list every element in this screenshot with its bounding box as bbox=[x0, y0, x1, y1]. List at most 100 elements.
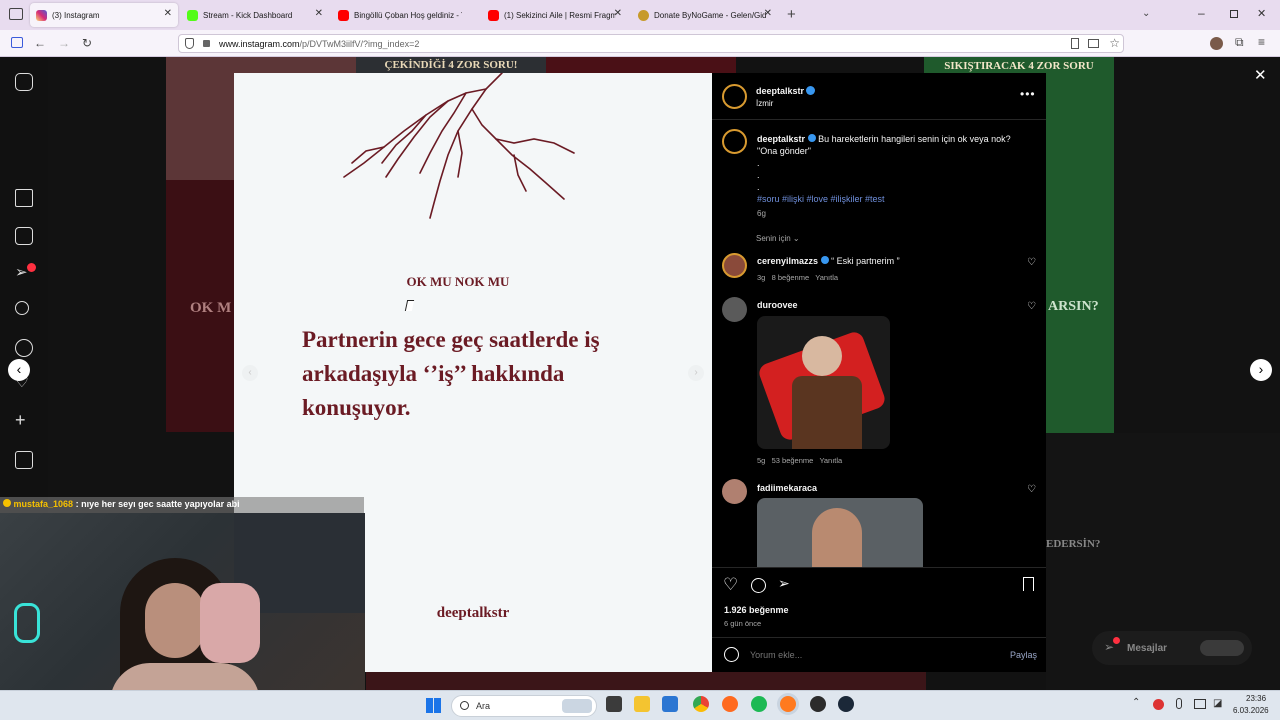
bookmark-star-icon[interactable]: ☆ bbox=[1109, 36, 1120, 50]
comment: cerenyilmazzs “ Eski partnerim ” bbox=[757, 256, 900, 266]
caption-hashtags[interactable]: #soru #ilişki #love #ilişkiler #test bbox=[757, 194, 885, 204]
reader-view-icon[interactable] bbox=[1071, 38, 1079, 49]
like-comment-heart-icon[interactable]: ♡ bbox=[1027, 301, 1036, 312]
minimize-icon[interactable]: – bbox=[1198, 6, 1205, 20]
post-location[interactable]: İzmir bbox=[756, 99, 773, 108]
explore-icon[interactable] bbox=[15, 339, 33, 357]
carousel-prev-icon[interactable]: ‹ bbox=[242, 365, 258, 381]
comment-bubble-icon[interactable] bbox=[751, 578, 766, 593]
chrome-icon[interactable] bbox=[693, 696, 709, 712]
search-icon[interactable] bbox=[15, 301, 29, 315]
comment-likes[interactable]: 53 beğenme bbox=[772, 456, 814, 465]
save-bookmark-icon[interactable] bbox=[1023, 577, 1034, 591]
comment-divider bbox=[712, 637, 1046, 638]
tab-overflow-chevron-icon[interactable]: ⌄ bbox=[1142, 8, 1150, 19]
comment-reply[interactable]: Yanıtla bbox=[815, 273, 838, 282]
tab-youtube-2[interactable]: (1) Sekizinci Aile | Resmi Fragm ✕ bbox=[482, 3, 628, 27]
spotify-icon[interactable] bbox=[751, 696, 767, 712]
profile-avatar-icon[interactable] bbox=[1210, 37, 1223, 50]
back-icon[interactable]: ← bbox=[34, 36, 46, 50]
reload-icon[interactable]: ↻ bbox=[82, 36, 92, 50]
comment-meta: 5g 53 beğenme Yanıtla bbox=[757, 456, 842, 465]
emoji-icon[interactable] bbox=[724, 647, 739, 662]
tab-instagram[interactable]: (3) Instagram ✕ bbox=[30, 3, 178, 27]
comment-age: 3g bbox=[757, 273, 766, 282]
close-window-icon[interactable]: ✕ bbox=[1257, 7, 1266, 20]
sidebar-toggle-icon[interactable] bbox=[11, 37, 23, 48]
create-icon[interactable]: + bbox=[15, 411, 33, 430]
network-icon[interactable]: ◪ bbox=[1213, 698, 1222, 709]
carousel-next-icon[interactable]: › bbox=[688, 365, 704, 381]
close-tab-icon[interactable]: ✕ bbox=[315, 8, 323, 19]
more-options-icon[interactable]: ••• bbox=[1020, 87, 1036, 101]
task-view-icon[interactable] bbox=[606, 696, 622, 712]
share-comment-button[interactable]: Paylaş bbox=[1010, 650, 1037, 660]
caption-username[interactable]: deeptalkstr bbox=[757, 134, 805, 144]
tab-youtube-1[interactable]: Bingöllü Çoban Hoş geldiniz - Y bbox=[332, 3, 478, 27]
caption-avatar[interactable] bbox=[722, 129, 747, 154]
instagram-logo-icon[interactable] bbox=[15, 73, 33, 91]
like-heart-icon[interactable]: ♡ bbox=[723, 575, 738, 595]
taskbar-time[interactable]: 23:36 bbox=[1246, 694, 1266, 703]
like-comment-heart-icon[interactable]: ♡ bbox=[1027, 484, 1036, 495]
menu-icon[interactable]: ≡ bbox=[1258, 35, 1265, 49]
obs-icon[interactable] bbox=[810, 696, 826, 712]
comment-username[interactable]: fadiimekaracа bbox=[757, 483, 817, 493]
post-details-panel: deeptalkstr İzmir ••• deeptalkstr Bu har… bbox=[712, 73, 1046, 672]
commenter-avatar[interactable] bbox=[722, 297, 747, 322]
close-tab-icon[interactable]: ✕ bbox=[614, 8, 622, 19]
close-modal-icon[interactable]: ✕ bbox=[1254, 66, 1267, 84]
tray-chevron-icon[interactable]: ⌃ bbox=[1132, 697, 1140, 708]
reels-icon[interactable] bbox=[15, 227, 33, 245]
close-tab-icon[interactable]: ✕ bbox=[164, 8, 172, 19]
store-icon[interactable] bbox=[662, 696, 678, 712]
comment-likes[interactable]: 8 beğenme bbox=[772, 273, 810, 282]
webcam-feed bbox=[0, 513, 365, 720]
comment-reply[interactable]: Yanıtla bbox=[819, 456, 842, 465]
background-card-title: SIKIŞTIRACAK 4 ZOR SORU bbox=[944, 60, 1094, 72]
tray-app-icon[interactable] bbox=[1153, 699, 1164, 710]
comment-filter-dropdown[interactable]: Senin için ⌄ bbox=[756, 234, 800, 243]
new-tab-icon[interactable]: + bbox=[787, 6, 796, 23]
steam-icon[interactable] bbox=[838, 696, 854, 712]
tab-title: Stream - Kick Dashboard bbox=[203, 10, 293, 20]
dashboard-icon[interactable] bbox=[15, 451, 33, 469]
like-comment-heart-icon[interactable]: ♡ bbox=[1027, 257, 1036, 268]
taskbar-date[interactable]: 6.03.2026 bbox=[1233, 706, 1269, 715]
url-host: www.instagram.com bbox=[219, 39, 300, 49]
screenshot-icon[interactable] bbox=[1088, 39, 1099, 48]
tab-list-icon[interactable] bbox=[9, 8, 23, 20]
share-send-icon[interactable]: ➢ bbox=[778, 575, 790, 592]
taskbar-search[interactable]: Ara bbox=[451, 695, 597, 717]
comment-gif[interactable] bbox=[757, 316, 890, 449]
commenter-avatar[interactable] bbox=[722, 479, 747, 504]
tab-kick[interactable]: Stream - Kick Dashboard ✕ bbox=[181, 3, 329, 27]
address-bar[interactable]: www.instagram.com/p/DVTwM3iilfV/?img_ind… bbox=[178, 34, 1124, 53]
close-tab-icon[interactable]: ✕ bbox=[764, 8, 772, 19]
author-username[interactable]: deeptalkstr bbox=[756, 86, 804, 96]
file-explorer-icon[interactable] bbox=[634, 696, 650, 712]
comment-username[interactable]: duroovee bbox=[757, 300, 798, 310]
comment-username[interactable]: cerenyilmazzs bbox=[757, 256, 818, 266]
maximize-icon[interactable] bbox=[1230, 10, 1238, 18]
start-windows-icon[interactable] bbox=[426, 698, 441, 713]
likes-count[interactable]: 1.926 beğenme bbox=[724, 605, 789, 615]
commenter-avatar[interactable] bbox=[722, 253, 747, 278]
chat-message: : nıye her seyı gec saatte yapıyolar abi bbox=[75, 499, 240, 509]
forward-icon[interactable]: → bbox=[58, 36, 70, 50]
author-avatar[interactable] bbox=[722, 84, 747, 109]
comment-gif[interactable] bbox=[757, 498, 923, 567]
comment-input[interactable] bbox=[750, 648, 980, 662]
display-icon[interactable] bbox=[1194, 699, 1206, 709]
next-post-button[interactable]: › bbox=[1250, 359, 1272, 381]
home-icon[interactable] bbox=[15, 189, 33, 207]
tab-bynogame[interactable]: Donate ByNoGame - Gelen/Gid ✕ bbox=[632, 3, 778, 27]
shield-icon bbox=[185, 38, 194, 49]
messages-pill[interactable]: ➢ Mesajlar bbox=[1092, 631, 1252, 665]
microphone-icon[interactable] bbox=[1176, 698, 1182, 709]
webcam-person-face bbox=[145, 583, 205, 658]
previous-post-button[interactable]: ‹ bbox=[8, 359, 30, 381]
extensions-icon[interactable]: ⧉ bbox=[1235, 35, 1244, 50]
firefox-icon[interactable] bbox=[722, 696, 738, 712]
firefox-active-icon[interactable] bbox=[780, 696, 796, 712]
